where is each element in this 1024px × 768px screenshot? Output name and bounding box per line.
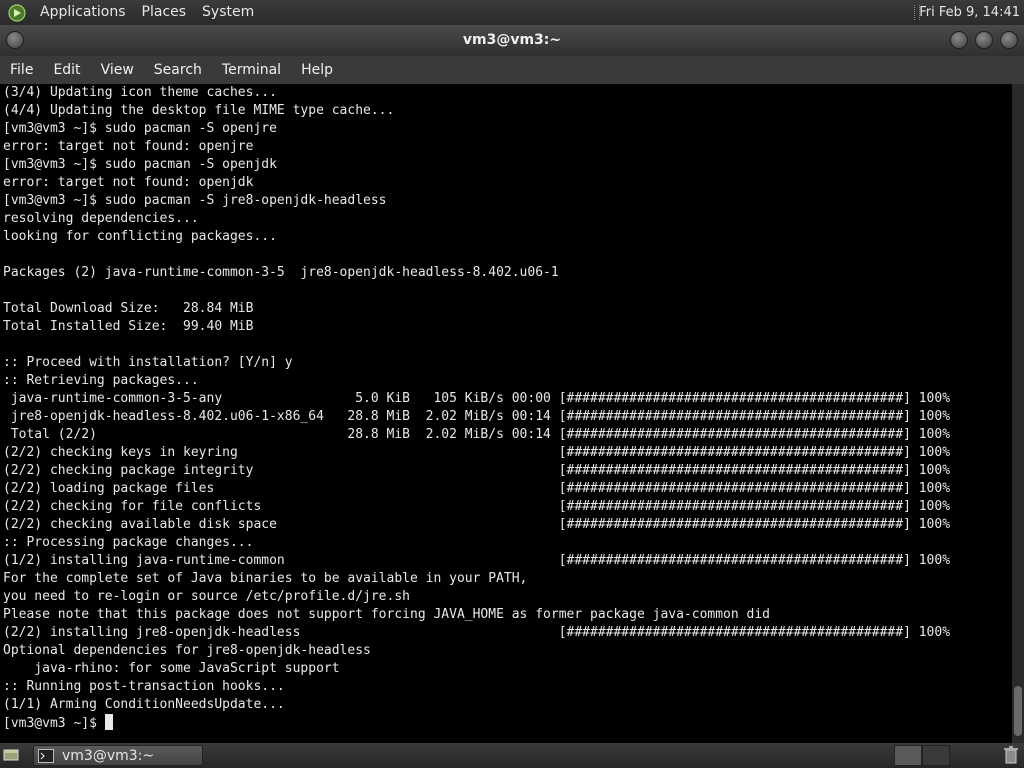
system-menu[interactable]: System — [194, 0, 262, 25]
top-panel: Applications Places System Fri Feb 9, 14… — [0, 0, 1024, 25]
terminal-line: (1/2) installing java-runtime-common [##… — [3, 553, 951, 568]
clock[interactable]: Fri Feb 9, 14:41 — [919, 0, 1020, 25]
terminal-line: (2/2) checking package integrity [######… — [3, 463, 951, 478]
terminal-output[interactable]: (3/4) Updating icon theme caches... (4/4)… — [0, 84, 1012, 743]
scrollbar-thumb[interactable] — [1014, 686, 1022, 736]
terminal-line: jre8-openjdk-headless-8.402.u06-1-x86_64… — [3, 409, 951, 424]
menu-help[interactable]: Help — [291, 56, 343, 84]
distro-logo-icon[interactable] — [8, 3, 26, 22]
trash-icon[interactable] — [1003, 746, 1019, 764]
menu-terminal[interactable]: Terminal — [212, 56, 291, 84]
menu-search[interactable]: Search — [144, 56, 212, 84]
terminal-line: For the complete set of Java binaries to… — [3, 571, 528, 586]
terminal-line: (4/4) Updating the desktop file MIME typ… — [3, 103, 395, 118]
terminal-line: java-rhino: for some JavaScript support — [3, 661, 340, 676]
terminal-cursor — [104, 714, 113, 730]
menu-view[interactable]: View — [91, 56, 144, 84]
terminal-line: Please note that this package does not s… — [3, 607, 771, 622]
terminal-line: [vm3@vm3 ~]$ sudo pacman -S openjre — [3, 121, 277, 136]
terminal-line: (1/1) Arming ConditionNeedsUpdate... — [3, 697, 285, 712]
terminal-line: (2/2) installing jre8-openjdk-headless [… — [3, 625, 951, 640]
window-title: vm3@vm3:~ — [462, 32, 562, 48]
menu-file[interactable]: File — [0, 56, 43, 84]
workspace-1[interactable] — [894, 745, 922, 766]
workspace-2[interactable] — [922, 745, 950, 766]
window-titlebar[interactable]: vm3@vm3:~ — [0, 25, 1024, 56]
terminal-line: :: Retrieving packages... — [3, 373, 199, 388]
terminal-text: (3/4) Updating icon theme caches... (4/4)… — [0, 84, 1012, 732]
terminal-icon — [38, 748, 54, 763]
terminal-scrollbar[interactable] — [1012, 84, 1024, 743]
terminal-line: (2/2) loading package files [###########… — [3, 481, 951, 496]
terminal-line: error: target not found: openjdk — [3, 175, 254, 190]
terminal-line: java-runtime-common-3-5-any 5.0 KiB 105 … — [3, 391, 951, 406]
terminal-line: Total Installed Size: 99.40 MiB — [3, 319, 254, 334]
terminal-line: you need to re-login or source /etc/prof… — [3, 589, 410, 604]
terminal-line: Total (2/2) 28.8 MiB 2.02 MiB/s 00:14 [#… — [3, 427, 951, 442]
minimize-button[interactable] — [950, 31, 968, 49]
terminal-line: error: target not found: openjre — [3, 139, 254, 154]
taskbar-terminal-label: vm3@vm3:~ — [62, 747, 155, 764]
taskbar-terminal-button[interactable]: vm3@vm3:~ — [33, 745, 203, 766]
terminal-line: (2/2) checking available disk space [###… — [3, 517, 951, 532]
terminal-line: :: Processing package changes... — [3, 535, 254, 550]
terminal-line: Optional dependencies for jre8-openjdk-h… — [3, 643, 371, 658]
close-button[interactable] — [1000, 31, 1018, 49]
terminal-line: [vm3@vm3 ~]$ sudo pacman -S jre8-openjdk… — [3, 193, 387, 208]
terminal-line: :: Proceed with installation? [Y/n] y — [3, 355, 293, 370]
places-menu[interactable]: Places — [134, 0, 195, 25]
applications-menu[interactable]: Applications — [32, 0, 134, 25]
terminal-line: Packages (2) java-runtime-common-3-5 jre… — [3, 265, 559, 280]
terminal-line: [vm3@vm3 ~]$ — [3, 714, 1012, 732]
terminal-line: (3/4) Updating icon theme caches... — [3, 85, 277, 100]
terminal-line: :: Running post-transaction hooks... — [3, 679, 285, 694]
show-desktop-icon[interactable] — [3, 747, 19, 763]
terminal-line: [vm3@vm3 ~]$ sudo pacman -S openjdk — [3, 157, 277, 172]
bottom-taskbar: vm3@vm3:~ — [0, 743, 1024, 768]
terminal-line: Total Download Size: 28.84 MiB — [3, 301, 254, 316]
terminal-line: resolving dependencies... — [3, 211, 199, 226]
terminal-line: (2/2) checking keys in keyring [########… — [3, 445, 951, 460]
maximize-button[interactable] — [975, 31, 993, 49]
menubar: File Edit View Search Terminal Help — [0, 56, 1024, 85]
menu-edit[interactable]: Edit — [43, 56, 90, 84]
terminal-line: (2/2) checking for file conflicts [#####… — [3, 499, 951, 514]
terminal-line: looking for conflicting packages... — [3, 229, 277, 244]
window-menu-button[interactable] — [6, 31, 24, 49]
